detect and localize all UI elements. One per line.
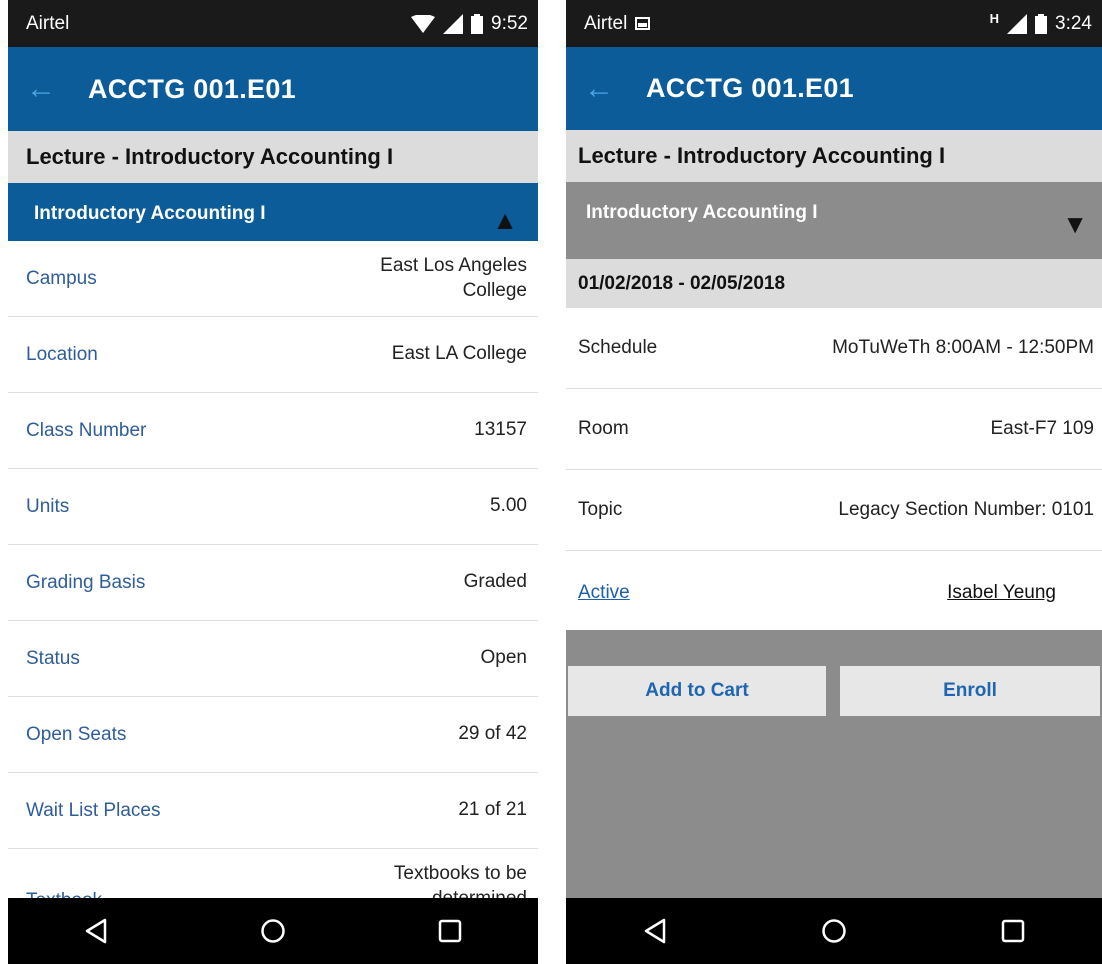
add-to-cart-button[interactable]: Add to Cart (568, 666, 826, 716)
status-bar: Airtel 9:52 (8, 0, 538, 47)
detail-row-location: Location East LA College (8, 317, 538, 393)
network-type: H (989, 11, 1000, 26)
battery-icon (1035, 13, 1048, 34)
signal-icon (443, 13, 464, 34)
row-value: East Los Angeles College (380, 254, 527, 301)
phone-right: Airtel H 3:24 ← ACCTG 001.E01 Lecture - … (566, 0, 1102, 964)
row-label: Units (26, 495, 70, 517)
accordion-title: Introductory Accounting I (586, 202, 818, 223)
row-value: 13157 (474, 419, 527, 441)
status-icons: 9:52 (411, 13, 528, 35)
back-arrow-icon[interactable]: ← (26, 74, 70, 104)
detail-row-open-seats: Open Seats 29 of 42 (8, 697, 538, 773)
accordion-header[interactable]: Introductory Accounting I ▲ (8, 183, 538, 241)
carrier-name: Airtel (26, 12, 70, 34)
row-label: Topic (578, 499, 623, 520)
detail-row-schedule: Schedule MoTuWeTh 8:00AM - 12:50PM (566, 308, 1102, 389)
date-range: 01/02/2018 - 02/05/2018 (566, 259, 1102, 308)
row-value: 21 of 21 (458, 799, 527, 821)
action-area: Add to Cart Enroll (566, 630, 1102, 898)
row-value: Legacy Section Number: 0101 (838, 499, 1094, 520)
wifi-icon (411, 14, 436, 33)
detail-row-units: Units 5.00 (8, 469, 538, 545)
system-nav-bar (566, 898, 1102, 964)
instructor-link[interactable]: Isabel Yeung (947, 582, 1056, 604)
clock: 9:52 (491, 12, 528, 34)
clock: 3:24 (1055, 12, 1092, 34)
status-link[interactable]: Active (578, 582, 630, 604)
nav-back-icon[interactable] (625, 901, 685, 961)
row-label: Status (26, 647, 80, 669)
detail-row-room: Room East-F7 109 (566, 389, 1102, 470)
row-value: Graded (463, 571, 527, 593)
caret-down-icon[interactable]: ▼ (1062, 211, 1088, 237)
app-bar: ← ACCTG 001.E01 (8, 47, 538, 131)
detail-row-status: Status Open (8, 621, 538, 697)
signal-icon (1007, 13, 1028, 34)
page-title: ACCTG 001.E01 (646, 73, 854, 103)
nav-home-icon[interactable] (804, 901, 864, 961)
enroll-button[interactable]: Enroll (840, 666, 1100, 716)
row-value: East LA College (391, 343, 527, 365)
system-nav-bar (8, 898, 538, 964)
row-value: 5.00 (490, 495, 527, 517)
nav-recents-icon[interactable] (983, 901, 1043, 961)
app-bar: ← ACCTG 001.E01 (566, 47, 1102, 130)
detail-row-topic: Topic Legacy Section Number: 0101 (566, 470, 1102, 551)
carrier-name: Airtel (584, 13, 990, 35)
row-label: Open Seats (26, 723, 127, 745)
row-value: 29 of 42 (458, 723, 527, 745)
detail-row-links: Active Isabel Yeung (566, 551, 1102, 635)
row-label: Schedule (578, 337, 658, 358)
row-label: Room (578, 418, 629, 439)
detail-row-class-number: Class Number 13157 (8, 393, 538, 469)
phone-left: Airtel 9:52 ← ACCTG 001.E01 Lecture - In… (8, 0, 538, 964)
row-label: Grading Basis (26, 571, 146, 593)
nav-home-icon[interactable] (243, 901, 303, 961)
battery-icon (471, 13, 484, 34)
details-list: Campus East Los Angeles College Location … (8, 241, 538, 925)
status-bar: Airtel H 3:24 (566, 0, 1102, 47)
back-arrow-icon[interactable]: ← (584, 73, 628, 104)
accordion-title: Introductory Accounting I (34, 203, 266, 224)
row-label: Class Number (26, 419, 147, 441)
row-label: Campus (26, 267, 97, 289)
nav-recents-icon[interactable] (420, 901, 480, 961)
row-value: East-F7 109 (990, 418, 1095, 439)
row-value: Open (480, 647, 527, 669)
section-title: Lecture - Introductory Accounting I (8, 131, 538, 183)
schedule-list: Schedule MoTuWeTh 8:00AM - 12:50PM Room … (566, 308, 1102, 635)
page-title: ACCTG 001.E01 (88, 73, 296, 104)
nav-back-icon[interactable] (66, 901, 126, 961)
detail-row-campus: Campus East Los Angeles College (8, 241, 538, 317)
gallery-icon (635, 16, 651, 30)
caret-up-icon[interactable]: ▲ (492, 207, 518, 233)
status-icons: H 3:24 (989, 11, 1092, 35)
detail-row-wait-list: Wait List Places 21 of 21 (8, 773, 538, 849)
accordion-header[interactable]: Introductory Accounting I ▼ (566, 182, 1102, 259)
detail-row-grading-basis: Grading Basis Graded (8, 545, 538, 621)
section-title: Lecture - Introductory Accounting I (566, 130, 1102, 182)
row-label: Location (26, 343, 98, 365)
row-value: MoTuWeTh 8:00AM - 12:50PM (832, 337, 1094, 358)
row-label: Wait List Places (26, 799, 161, 821)
